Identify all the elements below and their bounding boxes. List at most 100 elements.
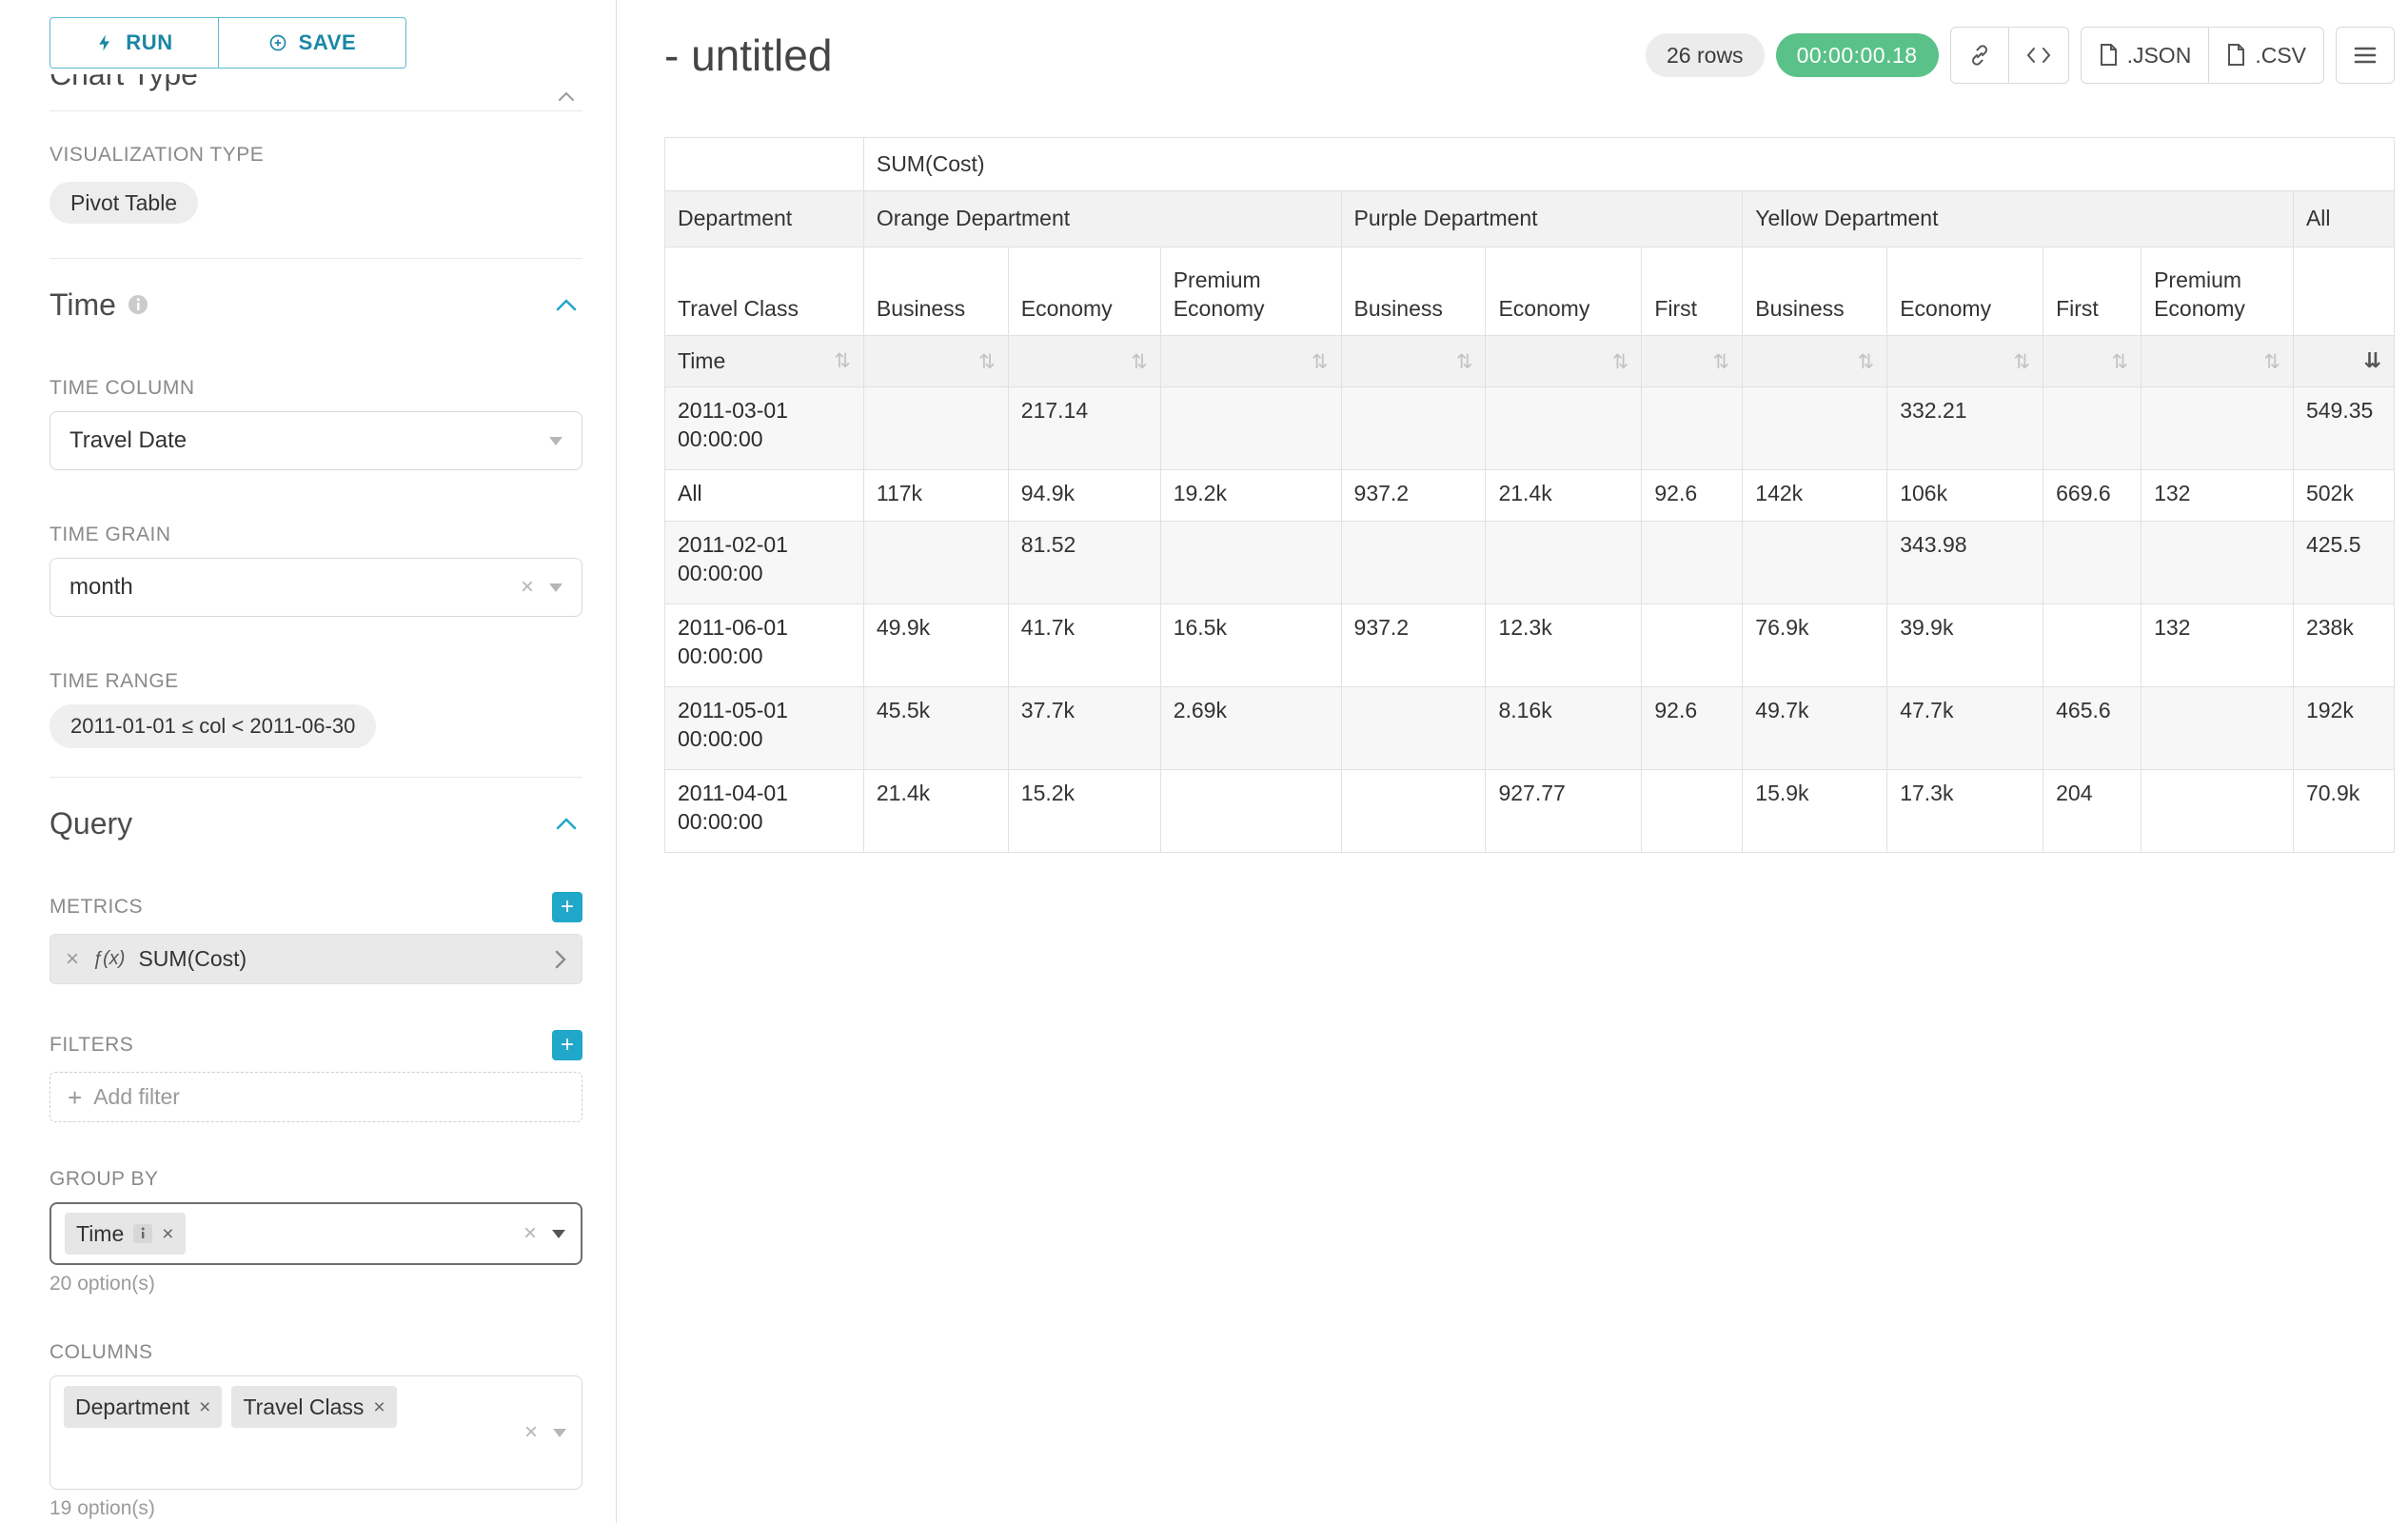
value-cell bbox=[1486, 522, 1642, 604]
clear-icon[interactable]: × bbox=[521, 576, 534, 599]
clear-icon[interactable]: × bbox=[524, 1421, 538, 1444]
metrics-label: METRICS bbox=[49, 896, 143, 919]
value-cell bbox=[2142, 522, 2294, 604]
time-range-label: TIME RANGE bbox=[49, 670, 582, 693]
visualization-type-pill[interactable]: Pivot Table bbox=[49, 182, 198, 224]
value-cell: 465.6 bbox=[2043, 687, 2142, 770]
export-csv-button[interactable]: .CSV bbox=[2208, 27, 2324, 84]
remove-tag-icon[interactable]: × bbox=[199, 1397, 210, 1417]
column-info-icon bbox=[133, 1224, 152, 1243]
travel-class-cell: Business bbox=[863, 247, 1008, 336]
group-by-tag[interactable]: Time × bbox=[65, 1213, 186, 1255]
plus-icon: + bbox=[561, 893, 574, 921]
columns-tags: Department × Travel Class × bbox=[64, 1386, 397, 1428]
sort-icon[interactable]: ⇅ bbox=[834, 348, 851, 374]
row-axis-label: Time bbox=[678, 347, 725, 376]
plus-icon: + bbox=[561, 1031, 574, 1059]
value-cell bbox=[1341, 387, 1486, 470]
remove-tag-icon[interactable]: × bbox=[373, 1397, 385, 1417]
columns-tag[interactable]: Department × bbox=[64, 1386, 222, 1428]
time-range-pill[interactable]: 2011-01-01 ≤ col < 2011-06-30 bbox=[49, 704, 376, 748]
value-cell bbox=[1486, 387, 1642, 470]
travel-class-cell: Economy bbox=[1486, 247, 1642, 336]
filters-label: FILTERS bbox=[49, 1034, 133, 1057]
group-by-options-hint: 20 option(s) bbox=[49, 1273, 582, 1296]
copy-link-button[interactable] bbox=[1950, 27, 2009, 84]
embed-code-button[interactable] bbox=[2008, 27, 2069, 84]
row-key-cell: 2011-05-01 00:00:00 bbox=[665, 687, 864, 770]
pivot-table: SUM(Cost)DepartmentOrange DepartmentPurp… bbox=[664, 137, 2395, 853]
sort-icon[interactable]: ⇅ bbox=[1312, 350, 1329, 373]
value-cell: 192k bbox=[2293, 687, 2394, 770]
collapse-chevron-icon[interactable] bbox=[556, 818, 577, 830]
clear-icon[interactable]: × bbox=[523, 1222, 537, 1245]
add-filter-button[interactable]: + bbox=[552, 1030, 582, 1060]
value-cell: 142k bbox=[1743, 470, 1887, 522]
value-cell: 49.7k bbox=[1743, 687, 1887, 770]
metric-option[interactable]: × ƒ(x) SUM(Cost) bbox=[49, 934, 582, 984]
travel-class-cell: Economy bbox=[1008, 247, 1160, 336]
sort-icon[interactable]: ⇅ bbox=[2014, 350, 2031, 373]
sort-icon[interactable]: ⇅ bbox=[2111, 350, 2128, 373]
sort-icon[interactable]: ⇅ bbox=[2263, 350, 2280, 373]
chevron-up-icon[interactable] bbox=[558, 91, 575, 101]
value-cell: 12.3k bbox=[1486, 604, 1642, 687]
value-cell: 47.7k bbox=[1887, 687, 2043, 770]
value-cell: 94.9k bbox=[1008, 470, 1160, 522]
sort-icon[interactable]: ⇅ bbox=[978, 350, 996, 373]
export-json-button[interactable]: .JSON bbox=[2081, 27, 2210, 84]
column-dimension-cell: Department bbox=[665, 191, 864, 247]
value-cell: 937.2 bbox=[1341, 470, 1486, 522]
row-key-cell: 2011-02-01 00:00:00 bbox=[665, 522, 864, 604]
metric-header-row: SUM(Cost) bbox=[665, 138, 2395, 191]
chart-type-title: Chart Type bbox=[49, 74, 582, 92]
save-button[interactable]: SAVE bbox=[218, 17, 406, 69]
travel-class-cell: Premium Economy bbox=[2142, 247, 2294, 336]
sort-icon[interactable]: ⇅ bbox=[1612, 350, 1629, 373]
link-icon bbox=[1968, 44, 1991, 67]
time-column-select[interactable]: Travel Date bbox=[49, 411, 582, 470]
sort-header-row: Time ⇅ ⇅ ⇅ ⇅ ⇅ ⇅ ⇅ ⇅ ⇅ ⇅ ⇅ ⇊ bbox=[665, 336, 2395, 387]
chart-header-controls: 26 rows 00:00:00.18 bbox=[1646, 27, 2395, 84]
plus-icon: + bbox=[68, 1085, 82, 1110]
file-download-icon bbox=[2099, 44, 2118, 67]
columns-options-hint: 19 option(s) bbox=[49, 1497, 582, 1520]
department-group-cell: Purple Department bbox=[1341, 191, 1743, 247]
function-icon: ƒ(x) bbox=[92, 948, 125, 970]
code-icon bbox=[2026, 46, 2051, 65]
sort-icon[interactable]: ⇅ bbox=[1456, 350, 1473, 373]
columns-tag[interactable]: Travel Class × bbox=[231, 1386, 396, 1428]
sort-icon[interactable]: ⇅ bbox=[1131, 350, 1148, 373]
value-cell: 49.9k bbox=[863, 604, 1008, 687]
remove-metric-icon[interactable]: × bbox=[66, 948, 79, 971]
collapse-chevron-icon[interactable] bbox=[556, 299, 577, 311]
sort-icon[interactable]: ⇅ bbox=[1858, 350, 1875, 373]
visualization-type-value: Pivot Table bbox=[70, 190, 177, 216]
pivot-data-row: 2011-05-01 00:00:0045.5k37.7k2.69k8.16k9… bbox=[665, 687, 2395, 770]
row-key-cell: 2011-06-01 00:00:00 bbox=[665, 604, 864, 687]
export-button-group: .JSON .CSV bbox=[2081, 27, 2324, 84]
value-cell bbox=[863, 387, 1008, 470]
value-cell: 92.6 bbox=[1642, 470, 1743, 522]
remove-tag-icon[interactable]: × bbox=[162, 1224, 173, 1244]
hamburger-menu-icon bbox=[2354, 46, 2377, 65]
more-options-button[interactable] bbox=[2336, 27, 2395, 84]
add-filter-dropzone[interactable]: + Add filter bbox=[49, 1072, 582, 1122]
sort-icon[interactable]: ⇅ bbox=[1713, 350, 1730, 373]
columns-select[interactable]: Department × Travel Class × × bbox=[49, 1375, 582, 1490]
travel-class-header-row: Travel ClassBusinessEconomyPremium Econo… bbox=[665, 247, 2395, 336]
chevron-right-icon[interactable] bbox=[555, 950, 566, 969]
export-json-label: .JSON bbox=[2127, 43, 2192, 69]
value-cell: 343.98 bbox=[1887, 522, 2043, 604]
group-by-select[interactable]: Time × × bbox=[49, 1202, 582, 1265]
value-cell bbox=[2142, 387, 2294, 470]
sort-cell: ⇅ bbox=[1008, 336, 1160, 387]
value-cell: 15.9k bbox=[1743, 770, 1887, 853]
run-button[interactable]: RUN bbox=[49, 17, 219, 69]
divider bbox=[49, 110, 582, 111]
row-key-cell: 2011-03-01 00:00:00 bbox=[665, 387, 864, 470]
sort-descending-icon[interactable]: ⇊ bbox=[2364, 349, 2381, 373]
chevron-down-icon bbox=[549, 583, 563, 592]
add-metric-button[interactable]: + bbox=[552, 892, 582, 922]
time-grain-select[interactable]: month × bbox=[49, 558, 582, 617]
